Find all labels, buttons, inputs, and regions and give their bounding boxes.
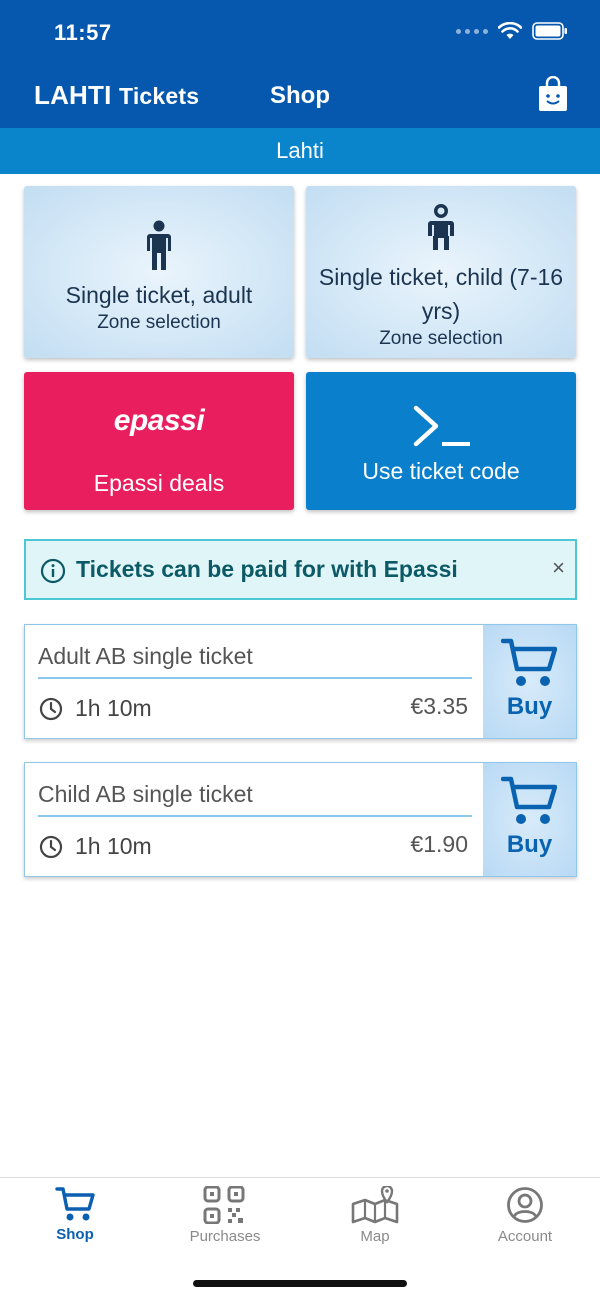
tile-single-child[interactable]: Single ticket, child (7-16 yrs) Zone sel… <box>306 186 576 358</box>
tile-epassi-deals[interactable]: epassi Epassi deals <box>24 372 294 510</box>
product-name: Adult AB single ticket <box>38 643 253 669</box>
account-icon <box>507 1187 543 1223</box>
tile-title: Epassi deals <box>93 470 225 496</box>
product-duration: 1h 10m <box>75 833 152 859</box>
shopping-bag-icon <box>539 75 567 111</box>
product-price: €3.35 <box>410 693 468 719</box>
tab-account[interactable]: Account <box>450 1186 600 1245</box>
divider <box>38 677 472 679</box>
epassi-logo: epassi <box>113 404 205 437</box>
brand-sub: Tickets <box>118 83 200 109</box>
tile-title: Single ticket, child (7-16 yrs) <box>318 264 564 324</box>
buy-button[interactable]: Buy <box>483 763 576 876</box>
tab-label: Map <box>360 1228 390 1245</box>
buy-button[interactable]: Buy <box>483 625 576 738</box>
tab-shop[interactable]: Shop <box>0 1186 150 1243</box>
cart-icon <box>55 1187 95 1221</box>
info-icon <box>40 558 66 584</box>
adult-person-icon <box>147 220 171 270</box>
battery-icon <box>532 22 567 40</box>
divider <box>38 815 472 817</box>
info-banner: Tickets can be paid for with Epassi × <box>24 539 577 600</box>
buy-label: Buy <box>506 693 553 720</box>
terminal-prompt-icon <box>413 405 470 447</box>
info-banner-text: Tickets can be paid for with Epassi <box>76 556 458 582</box>
tab-label: Purchases <box>189 1228 261 1245</box>
cart-icon <box>501 776 557 824</box>
tile-title: Use ticket code <box>362 458 520 484</box>
status-time: 11:57 <box>54 20 112 45</box>
region-bar[interactable]: Lahti <box>0 128 600 174</box>
shopping-bag-button[interactable] <box>538 75 568 112</box>
wifi-icon <box>498 22 522 39</box>
tile-use-ticket-code[interactable]: Use ticket code <box>306 372 576 510</box>
tab-purchases[interactable]: Purchases <box>150 1186 300 1245</box>
cart-icon <box>501 638 557 686</box>
qr-code-icon <box>203 1186 245 1224</box>
child-person-icon <box>428 204 454 250</box>
tab-label: Shop <box>56 1226 94 1243</box>
tile-single-adult[interactable]: Single ticket, adult Zone selection <box>24 186 294 358</box>
product-duration: 1h 10m <box>75 695 152 721</box>
close-icon[interactable]: × <box>552 555 565 581</box>
status-icons <box>456 22 568 40</box>
app-header: 11:57 LAHTI Tickets Shop <box>0 0 600 128</box>
tile-subtitle: Zone selection <box>97 312 221 333</box>
product-card[interactable]: Child AB single ticket 1h 10m €1.90 Buy <box>24 762 577 877</box>
tile-title: Single ticket, adult <box>65 282 253 308</box>
tile-subtitle: Zone selection <box>379 328 503 349</box>
brand-main: LAHTI <box>34 80 112 110</box>
product-price: €1.90 <box>410 831 468 857</box>
product-card[interactable]: Adult AB single ticket 1h 10m €3.35 Buy <box>24 624 577 739</box>
tab-map[interactable]: Map <box>300 1186 450 1245</box>
map-icon <box>351 1186 399 1224</box>
product-name: Child AB single ticket <box>38 781 253 807</box>
clock-icon <box>39 835 63 859</box>
clock-icon <box>39 697 63 721</box>
page-title: Shop <box>270 82 330 109</box>
tab-label: Account <box>497 1228 553 1245</box>
buy-label: Buy <box>506 831 553 858</box>
signal-icon <box>456 28 488 34</box>
app-logo: LAHTI Tickets <box>34 80 199 111</box>
home-indicator <box>193 1280 407 1287</box>
